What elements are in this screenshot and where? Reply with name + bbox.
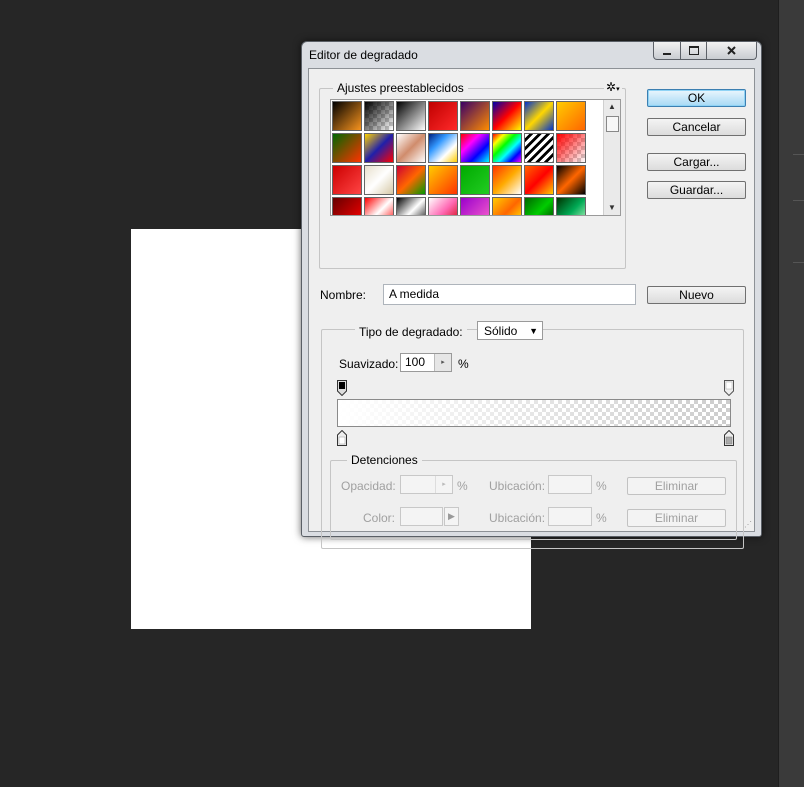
ok-button[interactable]: OK — [647, 89, 746, 107]
resize-grip-icon[interactable]: ⋰ — [744, 520, 752, 529]
stops-group: Detenciones Opacidad: ▸ % Ubicación: % E… — [330, 453, 737, 540]
gradient-type-label: Tipo de degradado: — [355, 325, 467, 339]
swatch-grid — [332, 101, 604, 215]
presets-legend: Ajustes preestablecidos — [333, 81, 468, 95]
gradient-preset-swatch[interactable] — [332, 101, 362, 131]
gear-icon[interactable]: ✲▾ — [604, 80, 622, 94]
panel-divider — [793, 154, 804, 155]
save-button[interactable]: Guardar... — [647, 181, 746, 199]
gradient-preset-swatch[interactable] — [556, 101, 586, 131]
gradient-preset-swatch[interactable] — [396, 101, 426, 131]
new-button[interactable]: Nuevo — [647, 286, 746, 304]
gradient-preset-swatch[interactable] — [556, 197, 586, 215]
gradient-preset-swatch[interactable] — [492, 101, 522, 131]
scroll-thumb[interactable] — [606, 116, 619, 132]
scroll-up-icon[interactable]: ▲ — [604, 100, 620, 114]
gradient-editor-dialog: Editor de degradado Ajustes preestableci… — [301, 41, 762, 549]
gradient-preset-swatch[interactable] — [492, 197, 522, 215]
title-bar[interactable]: Editor de degradado — [302, 42, 761, 68]
smoothness-value: 100 — [405, 355, 426, 369]
opacity-label: Opacidad: — [341, 479, 396, 493]
color-stop-right[interactable] — [724, 430, 734, 446]
close-button[interactable] — [706, 42, 757, 60]
right-panel-strip — [778, 0, 804, 787]
gradient-type-select[interactable]: Sólido ▼ — [477, 321, 543, 340]
gradient-preset-swatch[interactable] — [428, 165, 458, 195]
gradient-preset-swatch[interactable] — [396, 197, 426, 215]
presets-scrollbar[interactable]: ▲ ▼ — [603, 100, 620, 215]
gradient-preset-swatch[interactable] — [460, 197, 490, 215]
color-swatch-field — [400, 507, 443, 526]
gradient-preset-swatch[interactable] — [332, 165, 362, 195]
smoothness-label: Suavizado: — [339, 357, 399, 371]
name-field[interactable]: A medida — [383, 284, 636, 305]
smoothness-spin-icon[interactable]: ▸ — [434, 354, 451, 371]
presets-swatch-list: ▲ ▼ — [330, 99, 621, 216]
gradient-preset-swatch[interactable] — [364, 197, 394, 215]
scroll-down-icon[interactable]: ▼ — [604, 201, 620, 215]
gradient-preset-swatch[interactable] — [364, 133, 394, 163]
location-label: Ubicación: — [489, 511, 546, 525]
smoothness-input[interactable]: 100 ▸ — [400, 353, 452, 372]
smoothness-unit: % — [458, 357, 469, 371]
gradient-type-value: Sólido — [484, 324, 518, 338]
opacity-stop-right[interactable] — [724, 380, 734, 396]
opacity-stop-left[interactable] — [337, 380, 347, 396]
close-icon — [727, 46, 736, 55]
gradient-preset-swatch[interactable] — [524, 197, 554, 215]
maximize-icon — [688, 46, 699, 55]
delete-color-stop-button: Eliminar — [627, 509, 726, 527]
cancel-button[interactable]: Cancelar — [647, 118, 746, 136]
gradient-preset-swatch[interactable] — [364, 101, 394, 131]
opacity-unit: % — [457, 479, 468, 493]
gradient-preset-swatch[interactable] — [332, 197, 362, 215]
maximize-button[interactable] — [680, 42, 707, 60]
load-button[interactable]: Cargar... — [647, 153, 746, 171]
stops-legend: Detenciones — [347, 453, 422, 467]
location-unit: % — [596, 479, 607, 493]
gradient-preset-swatch[interactable] — [524, 101, 554, 131]
opacity-spin-icon: ▸ — [435, 476, 452, 493]
panel-divider — [793, 262, 804, 263]
delete-opacity-stop-button: Eliminar — [627, 477, 726, 495]
gradient-preset-swatch[interactable] — [524, 133, 554, 163]
location-label: Ubicación: — [489, 479, 546, 493]
gradient-preset-swatch[interactable] — [492, 133, 522, 163]
gradient-preset-swatch[interactable] — [428, 101, 458, 131]
gradient-preset-swatch[interactable] — [556, 165, 586, 195]
gradient-preset-swatch[interactable] — [556, 133, 586, 163]
color-location-input — [548, 507, 592, 526]
dialog-client-area: Ajustes preestablecidos ✲▾ ▲ ▼ OK Cancel… — [308, 68, 755, 549]
gradient-preset-swatch[interactable] — [396, 133, 426, 163]
gradient-preset-swatch[interactable] — [460, 133, 490, 163]
panel-divider — [793, 200, 804, 201]
gradient-preset-swatch[interactable] — [524, 165, 554, 195]
gradient-preset-swatch[interactable] — [332, 133, 362, 163]
opacity-input: ▸ — [400, 475, 453, 494]
opacity-location-input — [548, 475, 592, 494]
gradient-preset-swatch[interactable] — [460, 101, 490, 131]
dialog-title: Editor de degradado — [309, 48, 418, 62]
gradient-preview-bar[interactable] — [337, 399, 731, 427]
minimize-button[interactable] — [653, 42, 681, 60]
chevron-down-icon: ▼ — [529, 326, 538, 336]
color-stop-left[interactable] — [337, 430, 347, 446]
presets-group: Ajustes preestablecidos ✲▾ ▲ ▼ — [319, 80, 626, 269]
gradient-preset-swatch[interactable] — [428, 133, 458, 163]
gradient-settings-group: Tipo de degradado: Sólido ▼ Suavizado: 1… — [321, 321, 744, 549]
minimize-icon — [663, 52, 671, 55]
gradient-preset-swatch[interactable] — [428, 197, 458, 215]
color-label: Color: — [363, 511, 396, 525]
gradient-preset-swatch[interactable] — [396, 165, 426, 195]
gradient-preset-swatch[interactable] — [364, 165, 394, 195]
gradient-preset-swatch[interactable] — [492, 165, 522, 195]
location-unit: % — [596, 511, 607, 525]
gradient-preset-swatch[interactable] — [460, 165, 490, 195]
color-arrow-icon: ▶ — [444, 507, 459, 526]
name-label: Nombre: — [320, 288, 367, 302]
